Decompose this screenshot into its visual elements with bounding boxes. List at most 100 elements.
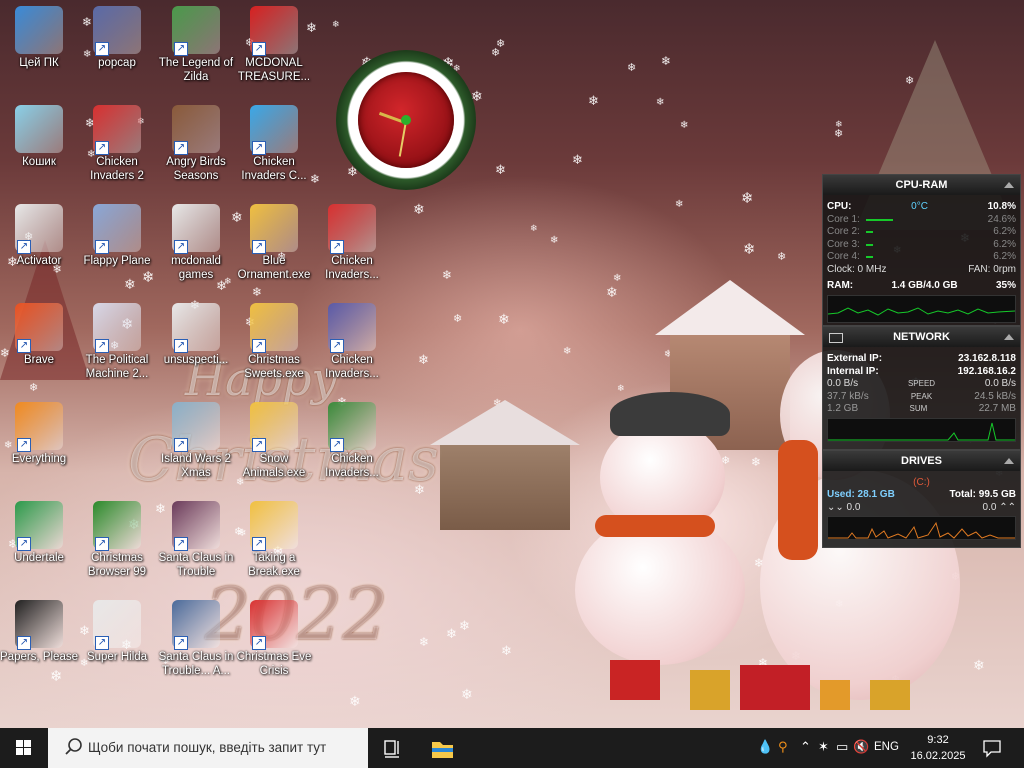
ram-graph xyxy=(827,294,1016,323)
taskbar-search[interactable]: Щоби почати пошук, введіть запит тут xyxy=(48,728,368,768)
network-header[interactable]: NETWORK xyxy=(823,327,1020,347)
desktop-icon[interactable]: ↗ Santa Claus in Trouble... A... xyxy=(157,594,235,678)
app-icon: ↗ xyxy=(250,600,298,650)
cpu-core-list: Core 1: 24.6% Core 2: 6.2% Core 3: 6.2% Core 4… xyxy=(823,214,1020,264)
drives-gadget[interactable]: DRIVES (C:) Used: 28.1 GB Total: 99.5 GB… xyxy=(822,450,1021,548)
desktop-icon-label: Chicken Invaders... xyxy=(325,453,379,479)
desktop-icon[interactable]: ↗ Everything xyxy=(0,396,78,466)
network-stat-left: 37.7 kB/s xyxy=(827,390,869,402)
desktop-icon[interactable]: ↗ Christmas Eve Crisis xyxy=(235,594,313,678)
external-ip-label: External IP: xyxy=(827,353,883,364)
desktop-icon[interactable]: ↗ Angry Birds Seasons xyxy=(157,99,235,183)
cpu-core-row: Core 3: 6.2% xyxy=(823,239,1020,252)
volume-muted-icon[interactable]: 🔇 xyxy=(853,740,869,755)
network-stat-left: 1.2 GB xyxy=(827,403,859,414)
collapse-icon[interactable] xyxy=(1004,182,1014,188)
network-status-icon[interactable]: ▭ xyxy=(836,740,848,755)
snowflake: ❄ xyxy=(498,312,510,328)
drive-read: 0.0 xyxy=(846,501,861,513)
desktop-icon[interactable]: ↗ Chicken Invaders... xyxy=(313,297,391,381)
clock-gadget[interactable] xyxy=(336,50,476,190)
taskbar-clock[interactable]: 9:32 16.02.2025 xyxy=(906,732,970,764)
desktop-icon[interactable]: ↗ The Political Machine 2... xyxy=(78,297,156,381)
core-load-bar xyxy=(865,231,873,233)
language-indicator[interactable]: ENG xyxy=(874,741,899,753)
everything-search-icon[interactable]: ⚲ xyxy=(778,740,788,755)
app-icon: ↗ xyxy=(93,303,141,353)
desktop-icon[interactable]: ↗ The Legend of Zilda xyxy=(157,0,235,84)
network-gadget[interactable]: NETWORK External IP: 23.162.8.118 Intern… xyxy=(822,326,1021,450)
core-label: Core 2: xyxy=(827,226,860,237)
cpu-ram-header[interactable]: CPU-RAM xyxy=(823,175,1020,195)
desktop-icon-label: Christmas Eve Crisis xyxy=(236,651,312,677)
water-drop-icon[interactable]: 💧 xyxy=(757,740,773,755)
snowflake: ❄ xyxy=(413,202,425,218)
task-view-button[interactable] xyxy=(372,728,412,768)
snowflake: ❄ xyxy=(834,127,844,140)
desktop-icon-label: Angry Birds Seasons xyxy=(166,156,226,182)
desktop-icon[interactable]: ↗ Brave xyxy=(0,297,78,367)
desktop-icon[interactable]: ↗ Blue Ornament.exe xyxy=(235,198,313,282)
snowflake: ❄ xyxy=(572,153,583,168)
desktop-icon[interactable]: ↗ Chicken Invaders... xyxy=(313,396,391,480)
collapse-icon[interactable] xyxy=(1004,458,1014,464)
desktop-icon[interactable]: ↗ mcdonald games xyxy=(157,198,235,282)
desktop-icon[interactable]: ↗ unsuspecti... xyxy=(157,297,235,367)
monitor-icon xyxy=(829,333,843,343)
desktop-icon[interactable]: Кошик xyxy=(0,99,78,169)
app-icon: ↗ xyxy=(172,105,220,155)
read-arrow-icon: ⌄⌄ xyxy=(827,501,844,513)
snowflake: ❄ xyxy=(588,94,599,109)
desktop-icon-label: Brave xyxy=(23,354,55,366)
desktop-icon[interactable]: ↗ MCDONAL TREASURE... xyxy=(235,0,313,84)
file-explorer-button[interactable] xyxy=(420,728,464,768)
app-icon: ↗ xyxy=(172,501,220,551)
snowflake: ❄ xyxy=(501,644,512,659)
desktop-icon[interactable]: ↗ Papers, Please xyxy=(0,594,78,664)
show-hidden-icons-icon[interactable]: ⌃ xyxy=(800,740,811,755)
desktop-icon[interactable]: ↗ Snow Animals.exe xyxy=(235,396,313,480)
drives-header[interactable]: DRIVES xyxy=(823,451,1020,471)
desktop-icon-label: Flappy Plane xyxy=(83,255,151,267)
start-button[interactable] xyxy=(0,728,48,768)
network-stat-mid: SPEED xyxy=(907,379,936,388)
cpu-ram-gadget[interactable]: CPU-RAM CPU: 0°C 10.8% Core 1: 24.6% Core … xyxy=(822,174,1021,326)
desktop-icon[interactable]: ↗ popcap xyxy=(78,0,156,70)
desktop-icon[interactable]: ↗ Chicken Invaders... xyxy=(313,198,391,282)
network-title: NETWORK xyxy=(893,331,950,343)
snowflake: ❄ xyxy=(50,667,63,685)
internal-ip-row: Internal IP: 192.168.16.2 xyxy=(823,366,1020,379)
collapse-icon[interactable] xyxy=(1004,334,1014,340)
desktop-icon-label: Chicken Invaders C... xyxy=(241,156,307,182)
gifts xyxy=(610,650,910,720)
desktop-icon[interactable]: ↗ Chicken Invaders 2 xyxy=(78,99,156,183)
app-icon: ↗ xyxy=(172,600,220,650)
desktop-icon-label: Christmas Browser 99 xyxy=(87,552,147,578)
sparkle-icon[interactable]: ✶ xyxy=(818,740,829,755)
app-icon xyxy=(15,105,63,153)
desktop-icon[interactable]: ↗ Christmas Sweets.exe xyxy=(235,297,313,381)
snowflake: ❄ xyxy=(446,627,457,642)
desktop-icon[interactable]: ↗ Santa Claus in Trouble xyxy=(157,495,235,579)
snowflake: ❄ xyxy=(613,273,622,284)
shortcut-arrow-icon: ↗ xyxy=(174,141,188,155)
desktop-icon[interactable]: ↗ Activator xyxy=(0,198,78,268)
desktop-icon[interactable]: ↗ Christmas Browser 99 xyxy=(78,495,156,579)
app-icon: ↗ xyxy=(93,501,141,551)
app-icon: ↗ xyxy=(250,501,298,551)
desktop-icon[interactable]: ↗ Chicken Invaders C... xyxy=(235,99,313,183)
taskbar: Щоби почати пошук, введіть запит тут 💧 ⚲… xyxy=(0,728,1024,768)
network-stat-right: 22.7 MB xyxy=(978,403,1016,414)
shortcut-arrow-icon: ↗ xyxy=(95,141,109,155)
ram-label: RAM: xyxy=(827,280,854,291)
desktop-icon[interactable]: ↗ Super Hilda xyxy=(78,594,156,664)
desktop-icon[interactable]: ↗ Undertale xyxy=(0,495,78,565)
desktop-icon[interactable]: ↗ Taking a Break.exe xyxy=(235,495,313,579)
action-center-button[interactable] xyxy=(978,728,1006,768)
desktop-icon[interactable]: Цей ПК xyxy=(0,0,78,70)
network-stat-row: 1.2 GB SUM 22.7 MB xyxy=(823,403,1020,416)
desktop-icon[interactable]: ↗ Flappy Plane xyxy=(78,198,156,268)
shortcut-arrow-icon: ↗ xyxy=(174,537,188,551)
cpu-core-row: Core 1: 24.6% xyxy=(823,214,1020,227)
desktop-icon[interactable]: ↗ Island Wars 2 Xmas xyxy=(157,396,235,480)
